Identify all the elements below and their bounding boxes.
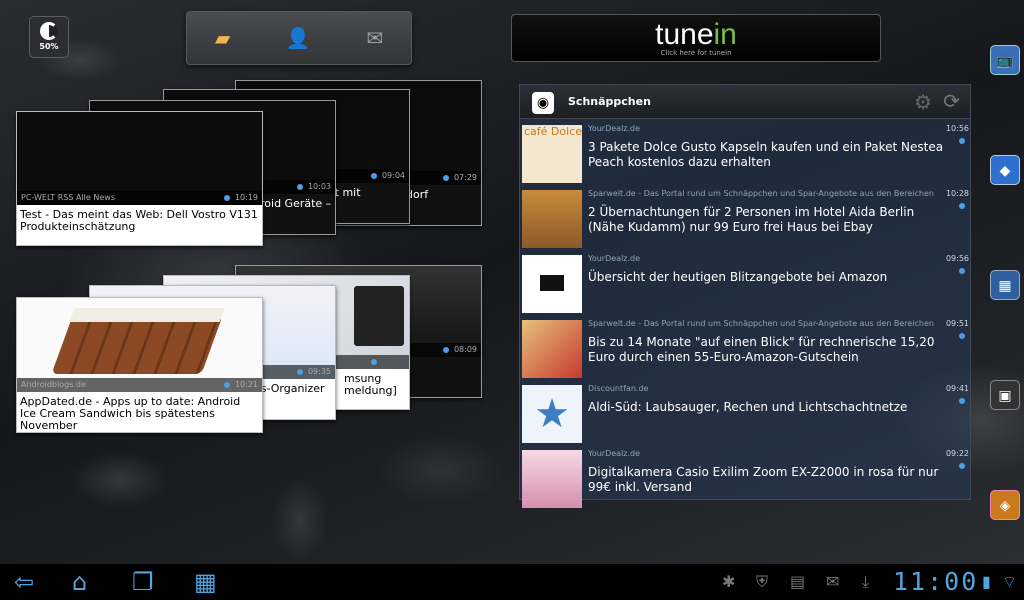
news-card-front[interactable]: PC-WELT RSS Alle News 10:19 Test - Das me… xyxy=(16,111,263,246)
all-apps-icon[interactable]: ▦ xyxy=(194,569,217,595)
settings-notification-icon[interactable]: ✱ xyxy=(722,572,735,591)
feed-thumbnail: café Dolce xyxy=(522,125,582,183)
cube-app-icon[interactable]: ◆ xyxy=(990,155,1020,185)
feed-thumbnail xyxy=(522,320,582,378)
shield-notification-icon[interactable]: ⛨ xyxy=(756,572,768,592)
battery-icon xyxy=(40,22,58,40)
recent-apps-icon[interactable]: ❐ xyxy=(132,569,154,595)
feed-item[interactable]: YourDealz.de 09:56 Übersicht der heutige… xyxy=(520,252,972,314)
feed-item[interactable]: ★ Discountfan.de 09:41 Aldi-Süd: Laubsau… xyxy=(520,382,972,444)
blocks-icon[interactable]: ▦ xyxy=(990,270,1020,300)
mail-notification-icon[interactable]: ✉ xyxy=(826,572,839,591)
sd-card-icon[interactable]: ▤ xyxy=(790,572,805,591)
box-icon[interactable]: ▣ xyxy=(990,380,1020,410)
download-icon[interactable]: ⤓ xyxy=(862,572,869,592)
rss-feed-widget: ◉ Schnäppchen ⚙ ⟳ café Dolce YourDealz.d… xyxy=(519,84,972,508)
news-caption: Test - Das meint das Web: Dell Vostro V1… xyxy=(17,205,262,245)
tunein-logo: tunein xyxy=(655,18,737,51)
unread-dot xyxy=(959,138,965,144)
tunein-tagline: Click here for tunein xyxy=(660,49,732,57)
apps-time: 10:21 xyxy=(234,380,258,389)
apps-card-front[interactable]: Androidblogs.de 10:21 AppDated.de - Apps … xyxy=(16,297,263,433)
contact-widget: ▰ 👤 ✉ xyxy=(186,11,412,65)
clock[interactable]: 11:00 xyxy=(893,567,978,596)
feed-header: ◉ Schnäppchen ⚙ ⟳ xyxy=(520,85,970,119)
feed-thumbnail: ★ xyxy=(522,385,582,443)
note-icon[interactable]: ▰ xyxy=(215,26,230,50)
gear-icon[interactable]: ⚙ xyxy=(914,90,932,114)
person-icon[interactable]: 👤 xyxy=(286,26,311,50)
apps-caption: AppDated.de - Apps up to date: Android I… xyxy=(17,392,262,432)
feed-thumbnail xyxy=(522,450,582,508)
feed-title: Schnäppchen xyxy=(568,95,651,108)
ice-cream-sandwich-image xyxy=(51,316,223,374)
unread-dot xyxy=(959,268,965,274)
home-icon[interactable]: ⌂ xyxy=(72,569,87,595)
news-source: PC-WELT RSS Alle News xyxy=(21,193,115,202)
mail-icon[interactable]: ✉ xyxy=(366,26,383,50)
system-bar: ⇦ ⌂ ❐ ▦ ✱ ⛨ ▤ ✉ ⤓ 11:00 ▮ ⌔ xyxy=(0,564,1024,600)
feed-item[interactable]: café Dolce YourDealz.de 10:56 3 Pakete D… xyxy=(520,122,972,184)
unread-dot xyxy=(959,463,965,469)
tunein-widget[interactable]: tunein Click here for tunein xyxy=(511,14,881,62)
unread-dot xyxy=(959,333,965,339)
feed-thumbnail xyxy=(522,255,582,313)
rss-icon: ◉ xyxy=(532,92,554,114)
feed-item[interactable]: Sparwelt.de - Das Portal rund um Schnäpp… xyxy=(520,317,972,379)
feed-thumbnail xyxy=(522,190,582,248)
refresh-icon[interactable]: ⟳ xyxy=(943,89,960,113)
battery-status-icon[interactable]: ▮ xyxy=(982,572,991,591)
unread-dot xyxy=(959,203,965,209)
news-time: 10:19 xyxy=(234,193,258,202)
orange-cube-icon[interactable]: ◈ xyxy=(990,490,1020,520)
battery-widget[interactable]: 50% xyxy=(29,16,69,58)
back-icon[interactable]: ⇦ xyxy=(14,569,34,595)
feed-item[interactable]: YourDealz.de 09:22 Digitalkamera Casio E… xyxy=(520,447,972,509)
unread-dot xyxy=(959,398,965,404)
apps-source: Androidblogs.de xyxy=(21,380,86,389)
battery-percent: 50% xyxy=(39,42,59,51)
tv-icon[interactable]: 📺 xyxy=(990,45,1020,75)
wifi-icon[interactable]: ⌔ xyxy=(1002,572,1017,592)
feed-item[interactable]: Sparwelt.de - Das Portal rund um Schnäpp… xyxy=(520,187,972,249)
